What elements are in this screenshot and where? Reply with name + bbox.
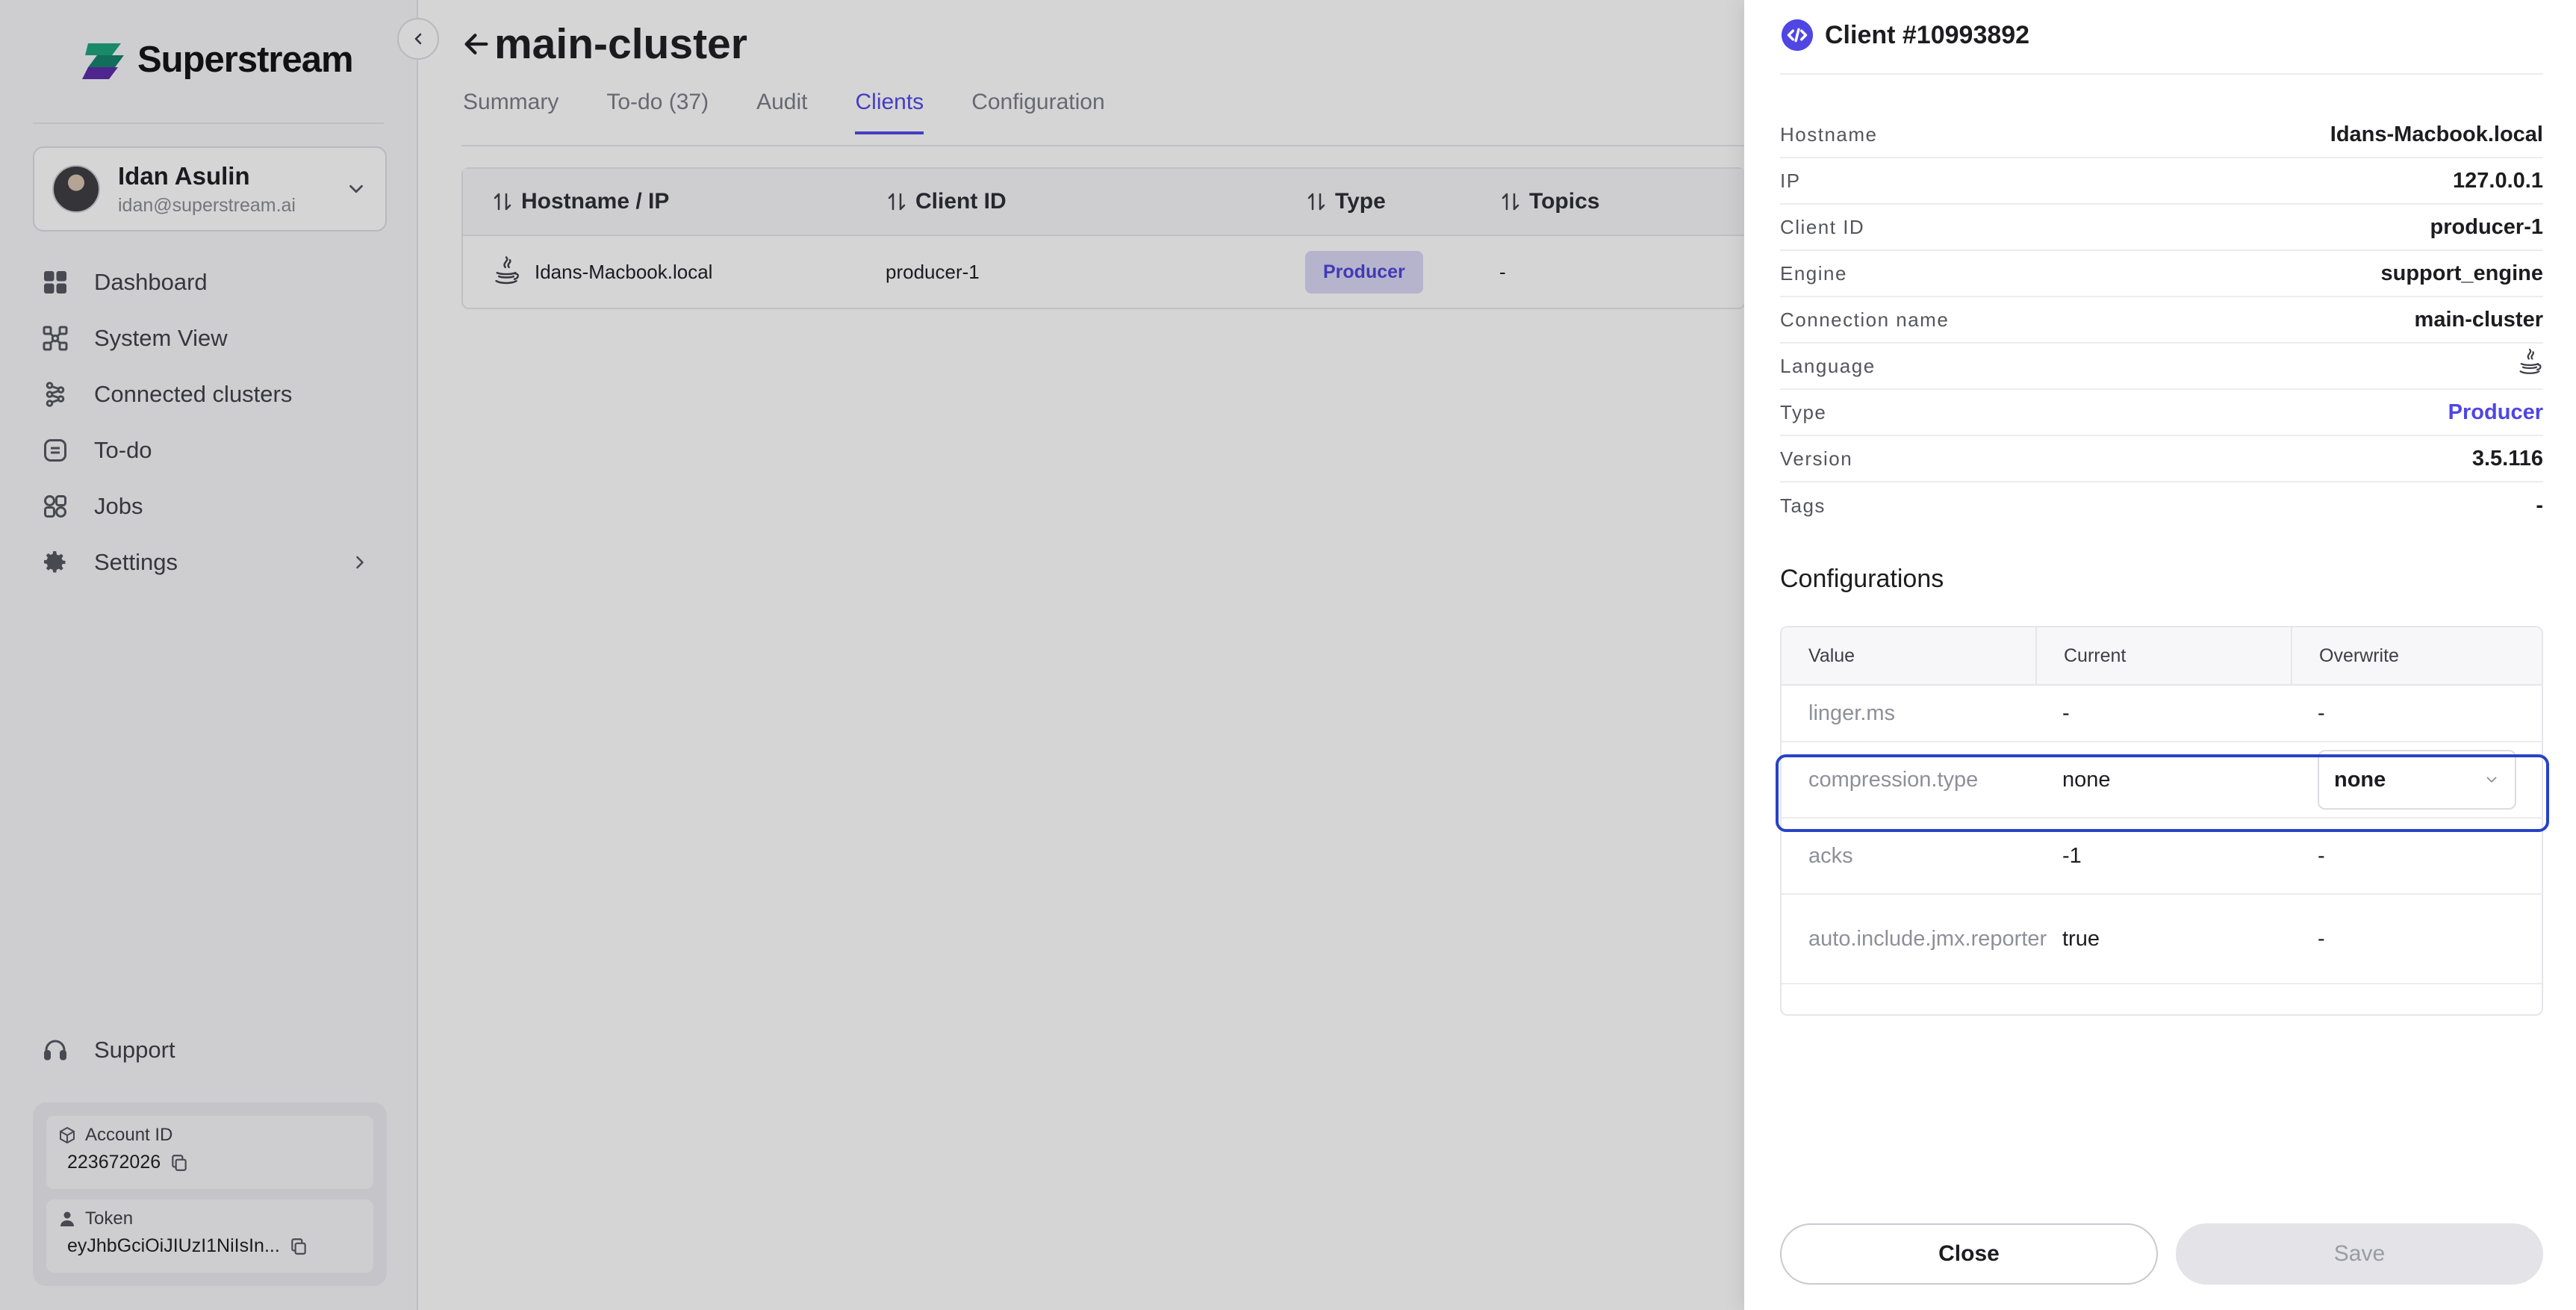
modal-backdrop[interactable]: [0, 0, 1744, 1310]
close-button[interactable]: Close: [1780, 1223, 2158, 1285]
config-current: none: [2062, 767, 2111, 792]
table-row: acks -1 -: [1782, 819, 2542, 895]
detail-value: Producer: [2448, 400, 2543, 424]
configurations-table: Value Current Overwrite linger.ms - - co…: [1776, 626, 2549, 1016]
detail-row-ip: IP 127.0.0.1: [1780, 158, 2543, 205]
detail-row-version: Version 3.5.116: [1780, 436, 2543, 482]
compression-type-select[interactable]: none: [2318, 750, 2516, 810]
detail-label: Engine: [1780, 261, 1847, 285]
detail-value: 127.0.0.1: [2453, 168, 2543, 193]
detail-label: Hostname: [1780, 122, 1878, 146]
drawer-title: Client #10993892: [1825, 20, 2030, 49]
config-overwrite: -: [2318, 926, 2325, 951]
detail-row-engine: Engine support_engine: [1780, 251, 2543, 297]
detail-value: 3.5.116: [2471, 446, 2543, 471]
config-key: linger.ms: [1808, 701, 1896, 725]
drawer-divider: [1780, 73, 2543, 75]
config-overwrite: none: [2291, 750, 2542, 810]
client-details-drawer: Client #10993892 Hostname Idans-Macbook.…: [1744, 0, 2576, 1310]
drawer-header: Client #10993892: [1780, 18, 2029, 52]
detail-label: Connection name: [1780, 308, 1950, 331]
code-icon: [1781, 19, 1814, 52]
detail-row-tags: Tags -: [1780, 482, 2543, 529]
detail-label: Tags: [1780, 494, 1826, 517]
detail-label: Client ID: [1780, 215, 1865, 238]
detail-row-hostname: Hostname Idans-Macbook.local: [1780, 112, 2543, 158]
config-current: -1: [2062, 843, 2082, 868]
detail-value: -: [2536, 493, 2543, 518]
detail-row-type: Type Producer: [1780, 390, 2543, 436]
detail-row-language: Language: [1780, 344, 2543, 390]
config-current: -: [2062, 701, 2070, 725]
detail-row-connection-name: Connection name main-cluster: [1780, 297, 2543, 344]
detail-value: main-cluster: [2414, 307, 2543, 332]
table-row: compression.type none none: [1782, 742, 2542, 819]
detail-row-client-id: Client ID producer-1: [1780, 205, 2543, 251]
table-row: linger.ms - -: [1782, 686, 2542, 742]
config-key: acks: [1808, 844, 1853, 868]
detail-value: producer-1: [2430, 214, 2543, 239]
detail-label: Type: [1780, 400, 1827, 423]
detail-value: Idans-Macbook.local: [2330, 122, 2543, 146]
config-current: true: [2062, 926, 2100, 951]
column-header-overwrite: Overwrite: [2291, 627, 2542, 684]
config-table-header: Value Current Overwrite: [1782, 627, 2542, 686]
chevron-down-icon: [2486, 777, 2497, 783]
configurations-heading: Configurations: [1780, 565, 1944, 593]
save-button[interactable]: Save: [2176, 1223, 2543, 1285]
config-key: auto.include.jmx.reporter: [1808, 927, 2047, 951]
detail-label: Language: [1780, 354, 1876, 377]
column-header-value: Value: [1808, 645, 1855, 666]
select-value: none: [2334, 767, 2386, 792]
config-overwrite: -: [2318, 843, 2325, 868]
detail-value: [2516, 347, 2543, 385]
column-header-current: Current: [2035, 627, 2291, 684]
detail-value: support_engine: [2380, 261, 2543, 285]
config-overwrite: -: [2318, 701, 2325, 725]
table-row: auto.include.jmx.reporter true -: [1782, 895, 2542, 984]
config-key: compression.type: [1808, 768, 1979, 792]
detail-label: IP: [1780, 169, 1801, 192]
detail-label: Version: [1780, 447, 1853, 470]
java-icon: [2519, 348, 2542, 374]
client-details-list: Hostname Idans-Macbook.local IP 127.0.0.…: [1780, 112, 2543, 529]
